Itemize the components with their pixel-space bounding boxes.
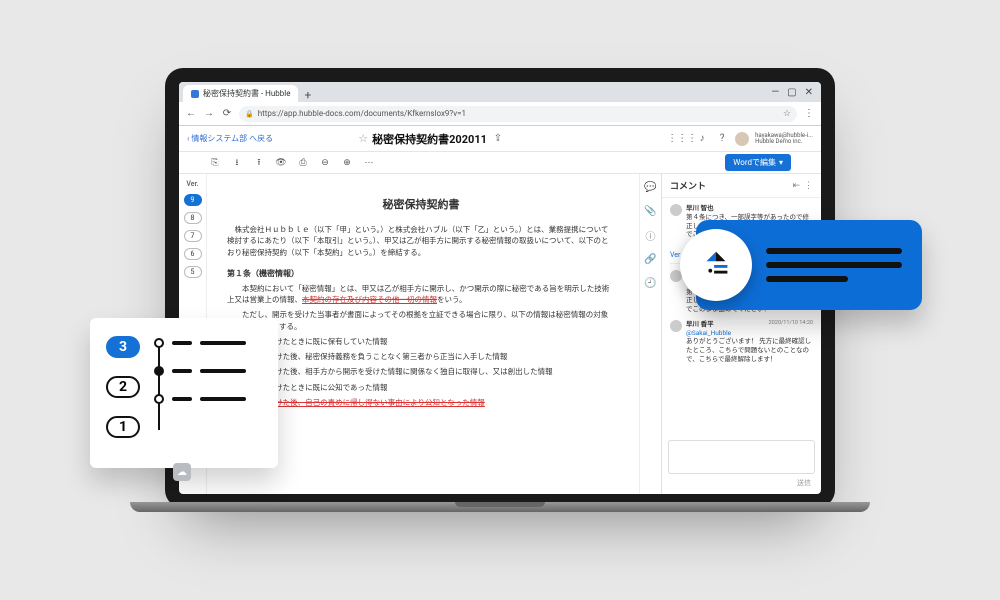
tree-node-icon	[154, 338, 164, 348]
close-icon[interactable]: ✕	[805, 87, 813, 98]
tree-trunk	[158, 344, 160, 430]
doc-list-item: (1) 開示を受けたときに既に保有していた情報	[227, 336, 615, 347]
bell-icon[interactable]: ♪	[695, 132, 709, 146]
version-pill-8[interactable]: 8	[184, 212, 202, 224]
comment-bubble-icon[interactable]: 💬	[644, 180, 658, 194]
window-controls: — ▢ ✕	[771, 87, 817, 102]
print-icon[interactable]: ⎙	[297, 157, 309, 169]
compare-icon	[680, 229, 752, 301]
panel-menu-icon[interactable]: ⋮	[804, 181, 813, 191]
browser-tabbar: 秘密保持契約書 - Hubble + — ▢ ✕	[179, 82, 821, 102]
doc-title-wrap: ☆ 秘密保持契約書202011 ⇪	[358, 131, 505, 147]
browser-tab[interactable]: 秘密保持契約書 - Hubble	[183, 85, 298, 102]
placeholder-line	[766, 248, 902, 254]
minimize-icon[interactable]: —	[771, 87, 779, 98]
version-label: Ver.	[186, 180, 198, 188]
attachment-icon[interactable]: 📎	[644, 204, 658, 218]
version-tree-callout: 3 2 1	[90, 318, 278, 468]
doc-paragraph: 本契約において「秘密情報」とは、甲又は乙が相手方に開示し、かつ開示の際に秘密であ…	[227, 283, 615, 306]
placeholder-line	[766, 276, 848, 282]
link-icon[interactable]: 🔗	[644, 252, 658, 266]
version-pill-7[interactable]: 7	[184, 230, 202, 242]
comment-author: 早川 智也	[686, 204, 714, 212]
version-badge-2: 2	[106, 376, 140, 398]
upload-icon[interactable]: ⭱	[253, 157, 265, 169]
copy-icon[interactable]: ⎘	[209, 157, 221, 169]
collapse-icon[interactable]: ⇤	[792, 181, 800, 191]
placeholder-line	[200, 341, 246, 345]
url-text: https://app.hubble-docs.com/documents/Kf…	[258, 109, 466, 118]
lock-icon: 🔒	[245, 110, 254, 118]
placeholder-line	[200, 397, 246, 401]
comment-author: 早川 香平	[686, 320, 714, 328]
more-icon[interactable]: ⋯	[363, 157, 375, 169]
reload-icon[interactable]: ⟳	[221, 108, 233, 120]
comment-header: コメント ⇤ ⋮	[662, 174, 821, 198]
doc-section-title: 第１条（機密情報）	[227, 268, 615, 279]
grid-icon[interactable]: ⋮⋮⋮	[675, 132, 689, 146]
placeholder-line	[172, 369, 192, 373]
doc-list-item: (5) 開示を受けた後、自己の責めに帰し得ない事由により公知となった情報	[227, 397, 615, 408]
eye-icon[interactable]: 👁	[275, 157, 287, 169]
version-pill-5[interactable]: 5	[184, 266, 202, 278]
download-icon[interactable]: ⭳	[231, 157, 243, 169]
placeholder-line	[766, 262, 902, 268]
version-pill-9[interactable]: 9	[184, 194, 202, 206]
version-badge-3: 3	[106, 336, 140, 358]
doc-paragraph: ただし、開示を受けた当事者が書面によってその根拠を立証できる場合に限り、以下の情…	[227, 309, 615, 332]
chevron-down-icon: ▾	[779, 158, 783, 167]
doc-list-item: (4) 開示を受けたときに既に公知であった情報	[227, 382, 615, 393]
forward-icon[interactable]: →	[203, 108, 215, 120]
doc-list-item: (3) 開示を受けた後、相手方から開示を受けた情報に関係なく独自に取得し、又は創…	[227, 366, 615, 377]
clock-icon[interactable]: 🕘	[644, 276, 658, 290]
info-icon[interactable]: ⓘ	[644, 228, 658, 242]
version-badge-1: 1	[106, 416, 140, 438]
tab-title: 秘密保持契約書 - Hubble	[203, 88, 290, 99]
page-title: 秘密保持契約書202011	[372, 131, 487, 147]
help-icon[interactable]: ?	[715, 132, 729, 146]
comment-item: 早川 香平 2020/11/10 14:20 @Sakai_Hubble ありが…	[670, 320, 813, 364]
org-info[interactable]: hayakawa@hubble-i... Hubble Demo inc.	[755, 133, 813, 145]
doc-toolbar: ⎘ ⭳ ⭱ 👁 ⎙ ⊖ ⊕ ⋯ Wordで編集 ▾	[179, 152, 821, 174]
placeholder-line	[200, 369, 246, 373]
maximize-icon[interactable]: ▢	[787, 87, 796, 98]
browser-addressbar: ← → ⟳ 🔒 https://app.hubble-docs.com/docu…	[179, 102, 821, 126]
edit-word-button[interactable]: Wordで編集 ▾	[725, 154, 791, 171]
comment-date: 2020/11/10 14:20	[769, 320, 813, 327]
menu-icon[interactable]: ⋮	[803, 108, 815, 120]
right-rail: 💬 📎 ⓘ 🔗 🕘	[639, 174, 661, 494]
redline-text: 本契約の存在及び内容その他一切の情報	[302, 295, 437, 304]
tree-node-icon	[154, 394, 164, 404]
share-icon[interactable]: ⇪	[491, 132, 505, 146]
doc-list-item: (2) 開示を受けた後、秘密保持義務を負うことなく第三者から正当に入手した情報	[227, 351, 615, 362]
doc-paragraph: 株式会社Ｈｕｂｂｌｅ（以下「甲」という。）と株式会社ハブル（以下「乙」という。）…	[227, 224, 615, 258]
avatar[interactable]	[735, 132, 749, 146]
comment-input[interactable]	[668, 440, 815, 474]
comment-callout	[696, 220, 922, 310]
comment-send-button[interactable]: 送信	[662, 478, 821, 494]
placeholder-line	[172, 341, 192, 345]
placeholder-line	[172, 397, 192, 401]
bookmark-star-icon[interactable]: ☆	[783, 109, 791, 119]
comment-title: コメント	[670, 179, 706, 192]
breadcrumb-back[interactable]: ‹ 情報システム部 へ戻る	[187, 133, 273, 144]
new-tab-button[interactable]: +	[304, 88, 311, 102]
favorite-star-icon[interactable]: ☆	[358, 132, 368, 145]
version-pill-6[interactable]: 6	[184, 248, 202, 260]
back-icon[interactable]: ←	[185, 108, 197, 120]
comment-body: ありがとうございます！ 先方に最終確認したところ、こちらで問題ないとのことなので…	[686, 337, 811, 363]
zoom-out-icon[interactable]: ⊖	[319, 157, 331, 169]
avatar	[670, 204, 682, 216]
tree-node-icon	[154, 366, 164, 376]
laptop-base	[130, 502, 870, 512]
zoom-in-icon[interactable]: ⊕	[341, 157, 353, 169]
favicon	[191, 90, 199, 98]
avatar	[670, 320, 682, 332]
app-header: ‹ 情報システム部 へ戻る ☆ 秘密保持契約書202011 ⇪ ⋮⋮⋮ ♪ ? …	[179, 126, 821, 152]
url-input[interactable]: 🔒 https://app.hubble-docs.com/documents/…	[239, 106, 797, 122]
mention[interactable]: @Sakai_Hubble	[686, 329, 731, 337]
cloud-sync-icon[interactable]: ☁	[173, 463, 191, 481]
doc-heading: 秘密保持契約書	[227, 196, 615, 212]
